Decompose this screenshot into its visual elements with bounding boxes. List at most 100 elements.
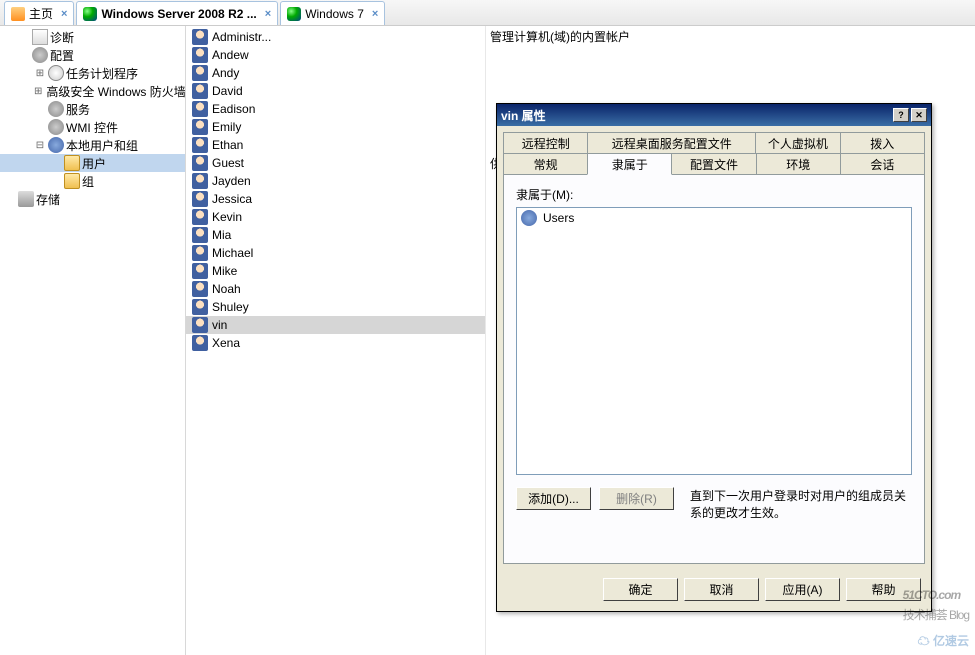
user-name: Jayden — [212, 174, 251, 188]
nav-tree[interactable]: 诊断配置⊞任务计划程序⊞高级安全 Windows 防火墙服务WMI 控件⊟本地用… — [0, 26, 185, 210]
close-icon[interactable]: × — [61, 8, 67, 20]
tree-item[interactable]: WMI 控件 — [0, 118, 185, 136]
clock-icon — [48, 65, 64, 81]
tree-item-label: 高级安全 Windows 防火墙 — [46, 83, 185, 100]
tab-general[interactable]: 常规 — [503, 153, 588, 175]
tab-environment[interactable]: 环境 — [756, 153, 841, 175]
tab-server2008[interactable]: Windows Server 2008 R2 ... × — [76, 1, 278, 25]
user-row[interactable]: Andew — [186, 46, 485, 64]
tree-item-label: 组 — [82, 173, 94, 190]
tree-item[interactable]: ⊟ 本地用户和组 — [0, 136, 185, 154]
tab-profile[interactable]: 配置文件 — [671, 153, 756, 175]
tab-dialin[interactable]: 拨入 — [840, 132, 925, 154]
apply-button[interactable]: 应用(A) — [765, 578, 840, 601]
user-icon — [192, 281, 208, 297]
user-row[interactable]: Michael — [186, 244, 485, 262]
user-icon — [192, 119, 208, 135]
dialog-titlebar[interactable]: vin 属性 ? ✕ — [497, 104, 931, 126]
user-icon — [192, 83, 208, 99]
user-row[interactable]: Jessica — [186, 190, 485, 208]
tree-item-label: 任务计划程序 — [66, 65, 138, 82]
tree-item[interactable]: 用户 — [0, 154, 185, 172]
user-icon — [192, 155, 208, 171]
user-row[interactable]: Jayden — [186, 172, 485, 190]
tab-member-of[interactable]: 隶属于 — [587, 153, 672, 175]
tab-home[interactable]: 主页 × — [4, 1, 74, 25]
member-of-listbox[interactable]: Users — [516, 207, 912, 475]
tab-win7[interactable]: Windows 7 × — [280, 1, 385, 25]
tab-remote-desktop-profile[interactable]: 远程桌面服务配置文件 — [587, 132, 756, 154]
gear-icon — [48, 119, 64, 135]
user-row[interactable]: Guest — [186, 154, 485, 172]
close-icon[interactable]: × — [265, 8, 271, 20]
tree-item[interactable]: 服务 — [0, 100, 185, 118]
dialog-footer: 确定 取消 应用(A) 帮助 — [497, 570, 931, 611]
user-name: Kevin — [212, 210, 242, 224]
user-row[interactable]: Ethan — [186, 136, 485, 154]
ok-button[interactable]: 确定 — [603, 578, 678, 601]
user-icon — [192, 227, 208, 243]
user-row[interactable]: Mia — [186, 226, 485, 244]
user-description: 管理计算机(域)的内置帐户 — [486, 26, 975, 45]
tab-session[interactable]: 会话 — [840, 153, 925, 175]
tree-item[interactable]: 存储 — [0, 190, 185, 208]
add-button[interactable]: 添加(D)... — [516, 487, 591, 510]
user-name: Andy — [212, 66, 239, 80]
tab-label: Windows 7 — [305, 7, 364, 21]
expand-icon[interactable]: ⊞ — [34, 68, 46, 79]
user-row[interactable]: Shuley — [186, 298, 485, 316]
user-name: Andew — [212, 48, 249, 62]
expand-icon[interactable]: ⊞ — [34, 86, 42, 97]
user-row[interactable]: Xena — [186, 334, 485, 352]
user-icon — [192, 137, 208, 153]
user-row[interactable]: Noah — [186, 280, 485, 298]
tree-item[interactable]: 诊断 — [0, 28, 185, 46]
tree-item-label: 服务 — [66, 101, 90, 118]
tree-item[interactable]: 组 — [0, 172, 185, 190]
user-list[interactable]: Administr... Andew Andy DavidEadison Emily Et… — [186, 26, 485, 354]
collapse-icon[interactable]: ⊟ — [34, 140, 46, 151]
tree-item-label: 诊断 — [50, 29, 74, 46]
group-name: Users — [543, 211, 574, 225]
tree-item[interactable]: ⊞ 高级安全 Windows 防火墙 — [0, 82, 185, 100]
member-of-label: 隶属于(M): — [516, 186, 912, 203]
tree-item-label: WMI 控件 — [66, 119, 118, 136]
user-row[interactable]: Eadison — [186, 100, 485, 118]
user-name: Jessica — [212, 192, 252, 206]
user-row[interactable]: Mike — [186, 262, 485, 280]
vm-icon — [287, 7, 301, 21]
cancel-button[interactable]: 取消 — [684, 578, 759, 601]
user-row[interactable]: Kevin — [186, 208, 485, 226]
tab-personal-vm[interactable]: 个人虚拟机 — [755, 132, 840, 154]
disk-icon — [18, 191, 34, 207]
watermark-yisu: ☁ 亿速云 — [918, 632, 969, 649]
tab-remote-control[interactable]: 远程控制 — [503, 132, 588, 154]
user-row[interactable]: vin — [186, 316, 485, 334]
home-icon — [11, 7, 25, 21]
gear-icon — [32, 47, 48, 63]
user-row[interactable]: David — [186, 82, 485, 100]
vm-icon — [83, 7, 97, 21]
remove-button[interactable]: 删除(R) — [599, 487, 674, 510]
dialog-body: 远程控制 远程桌面服务配置文件 个人虚拟机 拨入 常规 隶属于 配置文件 环境 … — [497, 126, 931, 570]
diag-icon — [32, 29, 48, 45]
user-name: Administr... — [212, 30, 271, 44]
user-name: Shuley — [212, 300, 249, 314]
user-row[interactable]: Andy — [186, 64, 485, 82]
tree-item-label: 本地用户和组 — [66, 137, 138, 154]
close-icon[interactable]: ✕ — [911, 108, 927, 122]
user-name: Mike — [212, 264, 237, 278]
help-icon[interactable]: ? — [893, 108, 909, 122]
user-name: Emily — [212, 120, 241, 134]
user-icon — [192, 245, 208, 261]
user-row[interactable]: Emily — [186, 118, 485, 136]
tree-item[interactable]: ⊞ 任务计划程序 — [0, 64, 185, 82]
close-icon[interactable]: × — [372, 8, 378, 20]
folder-icon — [64, 155, 80, 171]
user-list-pane: Administr... Andew Andy DavidEadison Emily Et… — [186, 26, 486, 655]
user-icon — [192, 335, 208, 351]
folder-icon — [64, 173, 80, 189]
tree-item[interactable]: 配置 — [0, 46, 185, 64]
user-row[interactable]: Administr... — [186, 28, 485, 46]
list-item[interactable]: Users — [519, 210, 909, 226]
